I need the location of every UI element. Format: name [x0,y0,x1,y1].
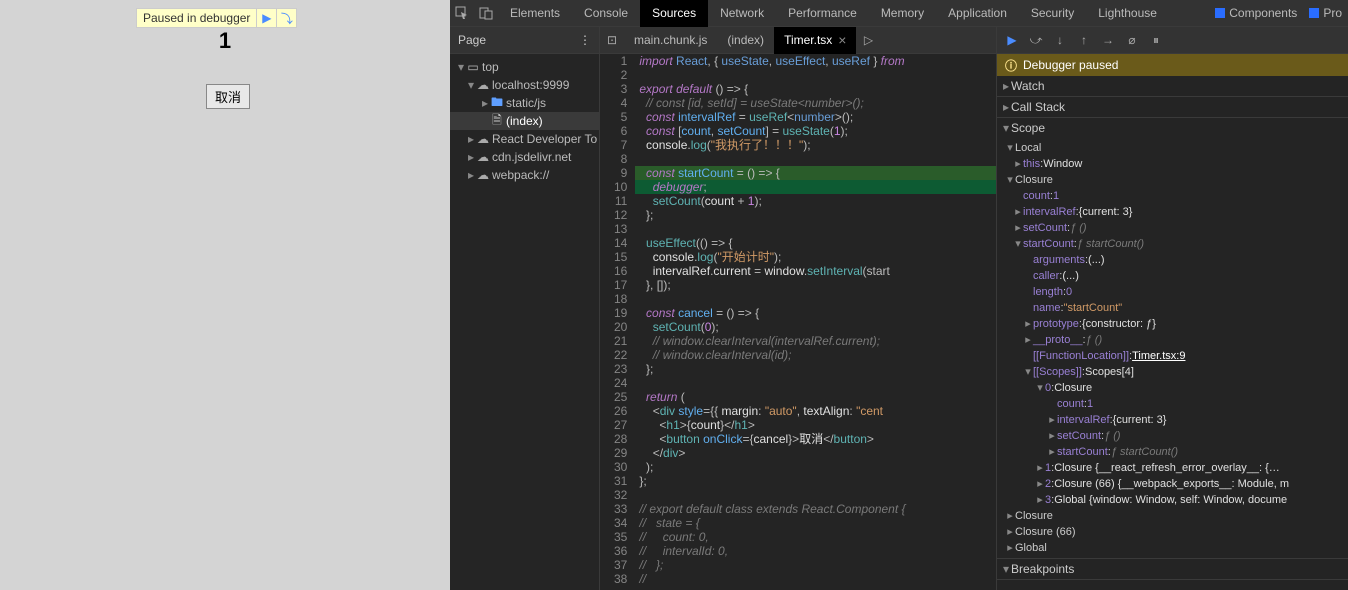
scope-section[interactable]: ▾Scope [997,118,1348,138]
cancel-button[interactable]: 取消 [206,84,250,109]
scope-body: ▾Local ▸this: Window ▾Closure count: 1 ▸… [997,138,1348,558]
devtools-tab-application[interactable]: Application [936,0,1019,27]
scope-closure66[interactable]: ▸Closure (66) [997,524,1348,540]
close-icon[interactable]: × [838,27,846,54]
tree-jsdelivr[interactable]: ▸☁cdn.jsdelivr.net [450,148,599,166]
debugger-sidebar: ▶ ⤻ ↓ ↑ → ⌀ ⏸ ⓘ Debugger paused ▸Watch ▸… [996,27,1348,590]
file-tree: ▾▭top ▾☁localhost:9999 ▸🖿static/js 🗎(ind… [450,54,599,188]
scope-s3[interactable]: ▸3: Global {window: Window, self: Window… [997,492,1348,508]
step-into-icon[interactable]: ↓ [1051,33,1069,47]
scope-s0-intervalref[interactable]: ▸intervalRef: {current: 3} [997,412,1348,428]
sources-navigator: Page ⋮ ▾▭top ▾☁localhost:9999 ▸🖿static/j… [450,27,600,590]
scope-closure2[interactable]: ▸Closure [997,508,1348,524]
code-editor[interactable]: 1234567891011121314151617181920212223242… [600,54,996,590]
tree-index[interactable]: 🗎(index) [450,112,599,130]
paused-text: Paused in debugger [137,11,256,25]
debugger-toolbar: ▶ ⤻ ↓ ↑ → ⌀ ⏸ [997,27,1348,54]
devtools-tab-lighthouse[interactable]: Lighthouse [1086,0,1169,27]
scope-s0-setcount[interactable]: ▸setCount: ƒ () [997,428,1348,444]
navigator-header: Page ⋮ [450,27,599,54]
devtools-tab-elements[interactable]: Elements [498,0,572,27]
scope-setcount[interactable]: ▸setCount: ƒ () [997,220,1348,236]
more-icon[interactable]: ⋮ [579,33,591,47]
scope-s2[interactable]: ▸2: Closure (66) {__webpack_exports__: M… [997,476,1348,492]
counter-display: 1 [0,28,450,54]
devtools-tabs: ElementsConsoleSourcesNetworkPerformance… [450,0,1348,27]
resume-icon[interactable]: ▶ [256,8,276,28]
scope-scopes[interactable]: ▾[[Scopes]]: Scopes[4] [997,364,1348,380]
scope-global[interactable]: ▸Global [997,540,1348,556]
show-navigator-icon[interactable]: ⊡ [600,33,624,47]
resume-icon[interactable]: ▶ [1003,33,1021,47]
scope-s0-count[interactable]: count: 1 [997,396,1348,412]
step-icon[interactable]: → [1099,33,1117,47]
page-viewport: Paused in debugger ▶ ⤵ 1 取消 [0,0,450,590]
react-icon [1309,8,1319,18]
tree-top[interactable]: ▾▭top [450,58,599,76]
scope-arguments[interactable]: arguments: (...) [997,252,1348,268]
devtools-tab-security[interactable]: Security [1019,0,1086,27]
scope-this[interactable]: ▸this: Window [997,156,1348,172]
tree-webpack[interactable]: ▸☁webpack:// [450,166,599,184]
scope-closure[interactable]: ▾Closure [997,172,1348,188]
devtools-tab-memory[interactable]: Memory [869,0,936,27]
scope-prototype[interactable]: ▸prototype: {constructor: ƒ} [997,316,1348,332]
deactivate-breakpoints-icon[interactable]: ⌀ [1123,33,1141,47]
inspect-element-icon[interactable] [450,1,474,25]
scope-proto[interactable]: ▸__proto__: ƒ () [997,332,1348,348]
tree-static[interactable]: ▸🖿static/js [450,94,599,112]
callstack-section[interactable]: ▸Call Stack [997,97,1348,117]
breakpoints-section[interactable]: ▾Breakpoints [997,559,1348,579]
debugger-paused-banner: ⓘ Debugger paused [997,54,1348,76]
file-tab-timer[interactable]: Timer.tsx× [774,27,856,54]
devtools-panel: ElementsConsoleSourcesNetworkPerformance… [450,0,1348,590]
pause-exceptions-icon[interactable]: ⏸ [1147,33,1165,48]
tree-react-dev[interactable]: ▸☁React Developer To [450,130,599,148]
device-toggle-icon[interactable] [474,1,498,25]
devtools-tab-performance[interactable]: Performance [776,0,869,27]
scope-length[interactable]: length: 0 [997,284,1348,300]
paused-banner: Paused in debugger ▶ ⤵ [136,8,297,28]
scope-name[interactable]: name: "startCount" [997,300,1348,316]
scope-s0[interactable]: ▾0: Closure [997,380,1348,396]
file-tab-main[interactable]: main.chunk.js [624,27,717,54]
scope-local[interactable]: ▾Local [997,140,1348,156]
info-icon: ⓘ [1005,57,1017,74]
step-over-icon[interactable]: ⤻ [1027,33,1045,48]
scope-s1[interactable]: ▸1: Closure {__react_refresh_error_overl… [997,460,1348,476]
scope-count[interactable]: count: 1 [997,188,1348,204]
code-editor-pane: ⊡ main.chunk.js (index) Timer.tsx× ▷ 123… [600,27,996,590]
step-out-icon[interactable]: ↑ [1075,33,1093,47]
file-tabs: ⊡ main.chunk.js (index) Timer.tsx× ▷ [600,27,996,54]
scope-caller[interactable]: caller: (...) [997,268,1348,284]
scope-funcloc[interactable]: [[FunctionLocation]]: Timer.tsx:9 [997,348,1348,364]
tree-host[interactable]: ▾☁localhost:9999 [450,76,599,94]
page-tab[interactable]: Page [458,33,486,47]
ext-profiler[interactable]: Pro [1303,6,1348,20]
devtools-tab-console[interactable]: Console [572,0,640,27]
step-icon[interactable]: ⤵ [276,8,296,28]
devtools-tab-network[interactable]: Network [708,0,776,27]
scope-startcount[interactable]: ▾startCount: ƒ startCount() [997,236,1348,252]
ext-components[interactable]: Components [1209,6,1303,20]
run-snippet-icon[interactable]: ▷ [856,33,880,47]
watch-section[interactable]: ▸Watch [997,76,1348,96]
scope-intervalref[interactable]: ▸intervalRef: {current: 3} [997,204,1348,220]
devtools-tab-sources[interactable]: Sources [640,0,708,27]
scope-s0-startcount[interactable]: ▸startCount: ƒ startCount() [997,444,1348,460]
file-tab-index[interactable]: (index) [717,27,774,54]
react-icon [1215,8,1225,18]
